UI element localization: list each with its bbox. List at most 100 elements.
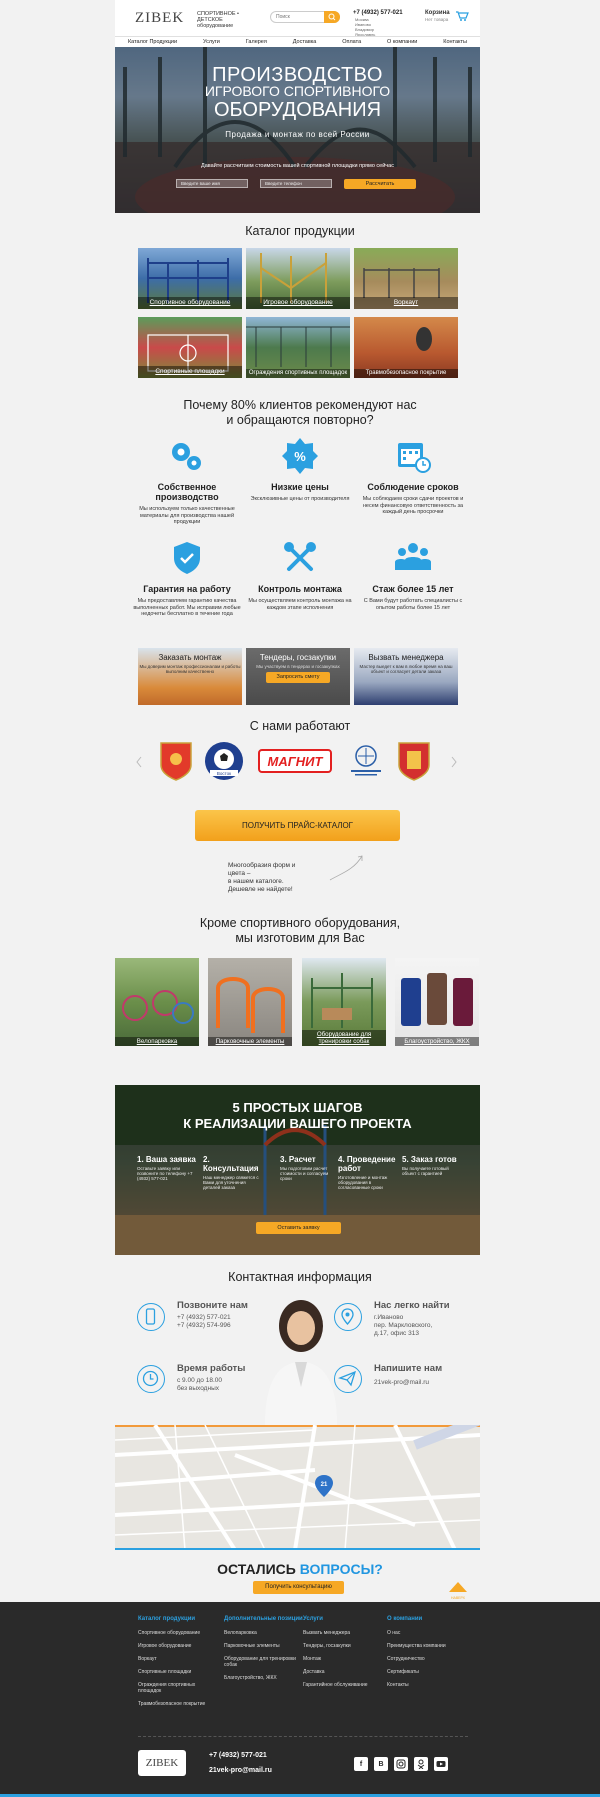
promo-tenders[interactable]: Тендеры, госзакупки Мы участвуем в тенде… — [246, 648, 350, 705]
footer-link[interactable]: Гарантийное обслуживание — [303, 1682, 383, 1688]
search-button[interactable] — [324, 11, 340, 23]
catalog-tile-coating[interactable]: Травмобезопасное покрытие — [354, 317, 458, 378]
cart-title[interactable]: Корзина — [425, 10, 450, 16]
header-phone[interactable]: +7 (4932) 577-021 — [353, 10, 403, 16]
vk-icon[interactable]: B — [374, 1757, 388, 1771]
footer-logo[interactable]: ZIBEK — [138, 1750, 186, 1776]
extra-tile-parking[interactable]: Парковочные элементы — [208, 958, 292, 1046]
footer-link[interactable]: Игровое оборудование — [138, 1643, 218, 1649]
parking-elements-image — [216, 977, 285, 1033]
step-item: 1. Ваша заявка Оставьте заявку или позвон… — [137, 1155, 197, 1181]
call-phone-2[interactable]: +7 (4932) 574-996 — [177, 1322, 231, 1330]
tagline: СПОРТИВНОЕ • ДЕТСКОЕ оборудование — [197, 11, 257, 29]
nav-about[interactable]: О компании — [387, 39, 417, 45]
catalog-tile-workout[interactable]: Воркаут — [354, 248, 458, 309]
footer-link[interactable]: Ограждения спортивных площадок — [138, 1682, 218, 1694]
extra-label[interactable]: Благоустройство, ЖКХ — [395, 1037, 479, 1046]
nav-delivery[interactable]: Доставка — [293, 39, 317, 45]
chevron-left-icon[interactable] — [135, 756, 143, 768]
extra-title-line2: мы изготовим для Вас — [235, 931, 365, 945]
footer-link[interactable]: Сертификаты — [387, 1669, 467, 1675]
note-line3: Дешевле не найдете! — [228, 886, 293, 893]
footer-link[interactable]: Контакты — [387, 1682, 467, 1688]
name-input[interactable]: Введите ваше имя — [176, 179, 248, 188]
footer-col-title[interactable]: О компании — [387, 1616, 467, 1623]
footer-link[interactable]: Велопарковка — [224, 1630, 304, 1636]
footer-link[interactable]: Парковочные элементы — [224, 1643, 304, 1649]
footer-link[interactable]: Вызвать менеджера — [303, 1630, 383, 1636]
main-nav: Каталог Продукции Услуги Галерея Доставк… — [115, 36, 480, 47]
footer-link[interactable]: Тендеры, госзакупки — [303, 1643, 383, 1649]
footer-link[interactable]: Травмобезопасное покрытие — [138, 1701, 218, 1707]
catalog-label[interactable]: Спортивные площадки — [138, 366, 242, 378]
odnoklassniki-icon[interactable] — [414, 1757, 428, 1771]
footer-phone[interactable]: +7 (4932) 577-021 — [209, 1752, 267, 1759]
footer-link[interactable]: Сотрудничество — [387, 1656, 467, 1662]
address-line-1: г.Иваново — [374, 1314, 404, 1321]
facebook-icon[interactable]: f — [354, 1757, 368, 1771]
map[interactable]: 21 — [115, 1425, 480, 1550]
catalog-tile-sport[interactable]: Спортивное оборудование — [138, 248, 242, 309]
promo-manager[interactable]: Вызвать менеджера Мастер выедет к вам в … — [354, 648, 458, 705]
promo-title: Тендеры, госзакупки — [259, 653, 337, 662]
email-address[interactable]: 21vek-pro@mail.ru — [374, 1379, 429, 1387]
catalog-label[interactable]: Травмобезопасное покрытие — [354, 369, 458, 378]
catalog-tile-fences[interactable]: Ограждения спортивных площадок — [246, 317, 350, 378]
extra-tile-dogs[interactable]: Оборудование для тренировки собак — [302, 958, 386, 1046]
footer-email[interactable]: 21vek-pro@mail.ru — [209, 1767, 272, 1774]
footer-link[interactable]: Оборудование для тренировки собак — [224, 1656, 304, 1668]
catalog-tile-play[interactable]: Игровое оборудование — [246, 248, 350, 309]
youtube-icon[interactable] — [434, 1757, 448, 1771]
footer-link[interactable]: Спортивное оборудование — [138, 1630, 218, 1636]
chevron-right-icon[interactable] — [450, 756, 458, 768]
location-glyph — [341, 1308, 354, 1325]
footer-link[interactable]: Доставка — [303, 1669, 383, 1675]
extra-label[interactable]: Оборудование для тренировки собак — [302, 1030, 386, 1046]
footer-col-title[interactable]: Услуги — [303, 1616, 383, 1623]
extra-label[interactable]: Велопарковка — [115, 1037, 199, 1046]
step-text: Изготовление и монтаж оборудования в сог… — [338, 1175, 388, 1190]
tagline-line1: СПОРТИВНОЕ • ДЕТСКОЕ — [197, 11, 239, 23]
footer-link[interactable]: Спортивные площадки — [138, 1669, 218, 1675]
instagram-icon[interactable] — [394, 1757, 408, 1771]
call-phone-1[interactable]: +7 (4932) 577-021 — [177, 1314, 231, 1322]
footer-link[interactable]: Воркаут — [138, 1656, 218, 1662]
promo-installation[interactable]: Заказать монтаж Мы доверим монтаж профес… — [138, 648, 242, 705]
extra-tile-urban[interactable]: Благоустройство, ЖКХ — [395, 958, 479, 1046]
catalog-label[interactable]: Игровое оборудование — [246, 297, 350, 309]
get-consultation-button[interactable]: Получить консультацию — [253, 1581, 344, 1594]
footer-link[interactable]: Преимущества компании — [387, 1643, 467, 1649]
leave-request-button[interactable]: Оставить заявку — [256, 1222, 341, 1234]
gears-icon — [172, 443, 201, 470]
catalog-label[interactable]: Воркаут — [354, 297, 458, 309]
catalog-label[interactable]: Спортивное оборудование — [138, 297, 242, 309]
search-input[interactable] — [271, 12, 323, 22]
footer-col-title[interactable]: Дополнительные позиции — [224, 1616, 304, 1623]
nav-gallery[interactable]: Галерея — [246, 39, 267, 45]
feature-control: Контроль монтажа Мы осуществляем контрол… — [245, 538, 355, 611]
request-estimate-button[interactable]: Запросить смету — [266, 672, 330, 683]
nav-catalog[interactable]: Каталог Продукции — [128, 39, 177, 45]
footer-col-title[interactable]: Каталог продукции — [138, 1616, 218, 1623]
feature-text: С Вами будут работать специалисты с опыт… — [363, 598, 463, 611]
cart-icon[interactable] — [455, 10, 469, 22]
scroll-up-icon[interactable]: НАВЕРХ — [447, 1580, 469, 1600]
logo[interactable]: ZIBEK — [135, 10, 184, 27]
nav-services[interactable]: Услуги — [203, 39, 220, 45]
catalog-label[interactable]: Ограждения спортивных площадок — [246, 369, 350, 378]
footer-link[interactable]: О нас — [387, 1630, 467, 1636]
nav-contacts[interactable]: Контакты — [443, 39, 467, 45]
questions-title: ОСТАЛИСЬ ВОПРОСЫ? — [0, 1561, 600, 1577]
catalog-tile-courts[interactable]: Спортивные площадки — [138, 317, 242, 378]
get-price-catalog-button[interactable]: ПОЛУЧИТЬ ПРАЙС-КАТАЛОГ — [195, 810, 400, 841]
search-box — [270, 11, 340, 23]
footer-col-catalog: Каталог продукции Спортивное оборудовани… — [138, 1616, 218, 1707]
nav-payment[interactable]: Оплата — [342, 39, 361, 45]
footer-link[interactable]: Благоустройство, ЖКХ — [224, 1675, 304, 1681]
extra-label[interactable]: Парковочные элементы — [208, 1037, 292, 1046]
feature-title: Собственное производство — [155, 482, 219, 502]
extra-tile-bike[interactable]: Велопарковка — [115, 958, 199, 1046]
footer-link[interactable]: Монтаж — [303, 1656, 383, 1662]
calculate-button[interactable]: Рассчитать — [344, 179, 416, 189]
phone-input[interactable]: Введите телефон — [260, 179, 332, 188]
